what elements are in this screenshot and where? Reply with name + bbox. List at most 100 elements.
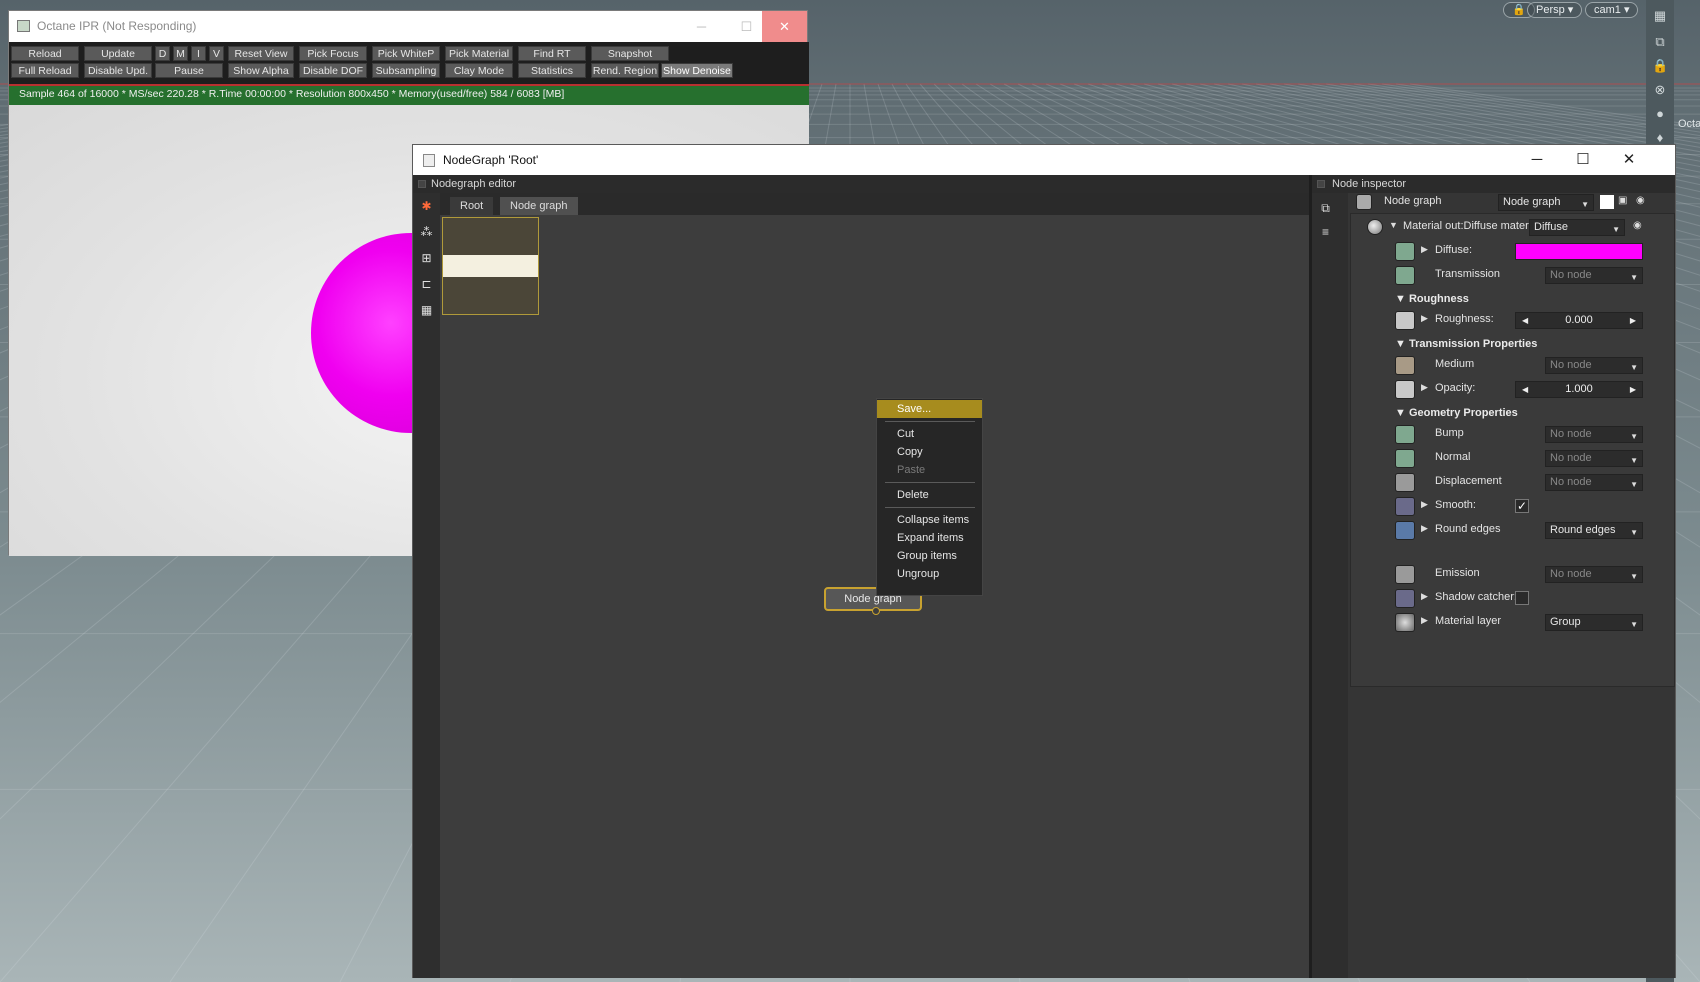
minimize-button[interactable]: ─ [679,11,724,42]
material-layer-dropdown[interactable]: Group ▼ [1545,614,1643,631]
nodegraph-canvas[interactable]: Node graph [440,215,1309,978]
menu-item-paste[interactable]: Paste [877,461,982,479]
copy-icon[interactable]: ⧉ [1318,201,1333,216]
v-button[interactable]: V [209,46,224,61]
bump-dropdown[interactable]: No node ▼ [1545,426,1643,443]
increment-arrow-icon[interactable]: ▶ [1630,313,1636,328]
tab-node-graph[interactable]: Node graph [500,197,578,215]
material-layer-pin-icon[interactable] [1395,613,1415,632]
magnet-icon[interactable]: ⊏ [419,277,434,292]
expand-arrow-icon[interactable]: ▶ [1421,313,1428,324]
shadow-catcher-checkbox[interactable] [1515,591,1529,605]
texture-pin-icon[interactable] [1395,449,1415,468]
emission-pin-icon[interactable] [1395,565,1415,584]
pause-button[interactable]: Pause [155,63,223,78]
grid-snap-icon[interactable]: ▦ [419,303,434,318]
show-denoise-button[interactable]: Show Denoise [661,63,733,78]
expand-arrow-icon[interactable]: ▶ [1421,523,1428,534]
displacement-dropdown[interactable]: No node ▼ [1545,474,1643,491]
statistics-button[interactable]: Statistics [518,63,586,78]
expand-arrow-icon[interactable]: ▶ [1421,244,1428,255]
close-button[interactable]: ✕ [1606,145,1652,175]
opacity-slider[interactable]: ◀ 1.000 ▶ [1515,381,1643,398]
medium-dropdown[interactable]: No node ▼ [1545,357,1643,374]
graph-minimap[interactable] [442,217,539,315]
menu-item-expand-items[interactable]: Expand items [877,529,982,547]
nodegraph-title-bar[interactable]: NodeGraph 'Root' ─ ☐ ✕ [413,145,1675,175]
camera-select-dropdown[interactable]: cam1 ▾ [1585,2,1639,18]
disable-update-button[interactable]: Disable Upd. [84,63,152,78]
geometry-properties-header[interactable]: ▼ Geometry Properties [1395,407,1518,419]
menu-item-ungroup[interactable]: Ungroup [877,565,982,583]
menu-item-cut[interactable]: Cut [877,425,982,443]
decrement-arrow-icon[interactable]: ◀ [1522,313,1528,328]
diffuse-color-swatch[interactable] [1515,243,1643,260]
update-button[interactable]: Update [84,46,152,61]
bool-pin-icon[interactable] [1395,497,1415,516]
emission-dropdown[interactable]: No node ▼ [1545,566,1643,583]
increment-arrow-icon[interactable]: ▶ [1630,382,1636,397]
transmission-dropdown[interactable]: No node ▼ [1545,267,1643,284]
sphere-icon[interactable]: ● [1652,106,1668,122]
texture-pin-icon[interactable] [1395,242,1415,261]
color-swatch[interactable] [1600,195,1614,209]
snapshot-button[interactable]: Snapshot [591,46,669,61]
decrement-arrow-icon[interactable]: ◀ [1522,382,1528,397]
minimize-button[interactable]: ─ [1514,145,1560,175]
maximize-button[interactable]: ☐ [1560,145,1606,175]
camera-mode-dropdown[interactable]: Persp ▾ [1527,2,1583,18]
texture-pin-icon[interactable] [1395,266,1415,285]
clay-mode-button[interactable]: Clay Mode [445,63,513,78]
arrange-icon[interactable]: ⁂ [419,225,434,240]
minimap-viewport[interactable] [443,255,538,277]
layers-icon[interactable]: ⧉ [1652,34,1668,50]
normal-dropdown[interactable]: No node ▼ [1545,450,1643,467]
expand-arrow-icon[interactable]: ▶ [1421,615,1428,626]
smooth-checkbox[interactable]: ✓ [1515,499,1529,513]
lock-icon[interactable]: 🔒 [1652,58,1668,74]
d-button[interactable]: D [155,46,170,61]
expand-arrow-icon[interactable]: ▶ [1421,591,1428,602]
menu-item-group-items[interactable]: Group items [877,547,982,565]
pick-material-button[interactable]: Pick Material [445,46,513,61]
material-type-dropdown[interactable]: Diffuse ▼ [1529,219,1625,236]
medium-pin-icon[interactable] [1395,356,1415,375]
roughness-section-header[interactable]: ▼ Roughness [1395,293,1469,305]
expand-arrow-icon[interactable]: ▶ [1421,499,1428,510]
texture-pin-icon[interactable] [1395,380,1415,399]
pick-whitepoint-button[interactable]: Pick WhiteP [372,46,440,61]
texture-pin-icon[interactable] [1395,425,1415,444]
round-edges-dropdown[interactable]: Round edges ▼ [1545,522,1643,539]
m-button[interactable]: M [173,46,188,61]
disable-dof-button[interactable]: Disable DOF [299,63,367,78]
expand-arrow-icon[interactable]: ▶ [1421,382,1428,393]
full-reload-button[interactable]: Full Reload [11,63,79,78]
menu-item-delete[interactable]: Delete [877,486,982,504]
close-button[interactable]: ✕ [762,11,807,42]
roughness-slider[interactable]: ◀ 0.000 ▶ [1515,312,1643,329]
reset-view-button[interactable]: Reset View [228,46,294,61]
close-circle-icon[interactable]: ⊗ [1652,82,1668,98]
node-type-dropdown[interactable]: Node graph ▼ [1498,194,1594,211]
node-output-pin[interactable] [872,607,880,615]
render-region-button[interactable]: Rend. Region [591,63,659,78]
eye-icon[interactable]: ◉ [1636,195,1650,209]
subsampling-button[interactable]: Subsampling [372,63,440,78]
paint-icon[interactable]: ▦ [1652,8,1668,24]
find-rt-button[interactable]: Find RT [518,46,586,61]
tab-root[interactable]: Root [450,197,494,215]
i-button[interactable]: I [191,46,206,61]
menu-item-copy[interactable]: Copy [877,443,982,461]
menu-item-collapse-items[interactable]: Collapse items [877,511,982,529]
show-alpha-button[interactable]: Show Alpha [228,63,294,78]
reload-button[interactable]: Reload [11,46,79,61]
recenter-icon[interactable]: ✱ [419,199,434,214]
ipr-title-bar[interactable]: Octane IPR (Not Responding) ─ ☐ ✕ [9,11,807,42]
displacement-pin-icon[interactable] [1395,473,1415,492]
collapse-icon[interactable]: ≡ [1318,225,1333,240]
transmission-properties-header[interactable]: ▼ Transmission Properties [1395,338,1537,350]
round-edges-pin-icon[interactable] [1395,521,1415,540]
eye-icon[interactable]: ◉ [1633,220,1647,234]
preview-icon[interactable]: ▣ [1618,195,1632,209]
texture-pin-icon[interactable] [1395,311,1415,330]
